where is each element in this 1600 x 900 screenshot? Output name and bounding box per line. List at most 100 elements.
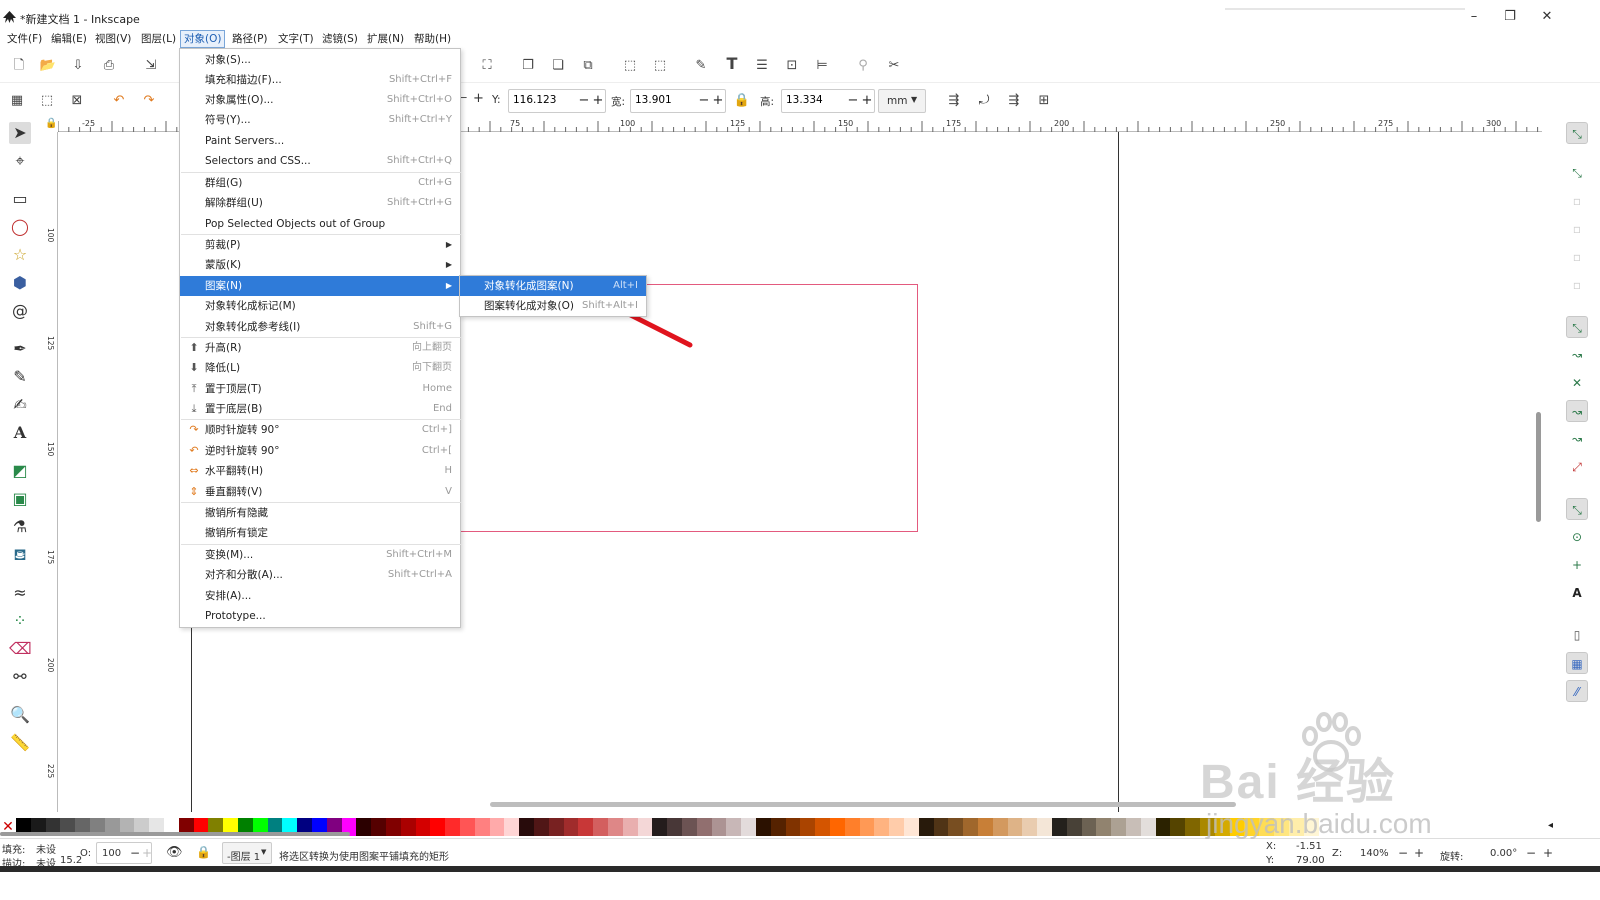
color-swatch[interactable] (563, 818, 579, 836)
color-swatch[interactable] (386, 818, 402, 836)
snap-bbox-icon[interactable]: ⤡ (1566, 162, 1588, 184)
menu-item-flip-horizontal[interactable]: ⇔ 水平翻转(H) H (180, 461, 460, 481)
color-swatch[interactable] (400, 818, 417, 836)
color-swatch[interactable] (815, 818, 831, 836)
color-swatch[interactable] (830, 818, 846, 836)
group-icon[interactable]: ⬚ (621, 57, 639, 75)
import-icon[interactable]: ⇲ (142, 57, 160, 75)
menu-item-arrange[interactable]: 安排(A)... (180, 586, 460, 606)
snap-object-centers-icon[interactable]: ⊙ (1566, 526, 1588, 548)
snap-paths-icon[interactable]: ↝ (1566, 344, 1588, 366)
menu-file[interactable]: 文件(F) (4, 30, 45, 48)
menu-item-unhide-all[interactable]: 撤销所有隐藏 (180, 503, 460, 523)
menu-item-pattern-to-objects[interactable]: 图案转化成对象(O) Shift+Alt+I (460, 296, 646, 316)
close-button[interactable]: ✕ (1532, 8, 1562, 26)
snap-smooth-nodes-icon[interactable]: ↝ (1566, 428, 1588, 450)
horizontal-scrollbar[interactable] (490, 802, 1236, 807)
y-spinbox[interactable]: − + (508, 89, 606, 113)
color-swatch[interactable] (711, 818, 727, 836)
menu-item-flip-vertical[interactable]: ⇕ 垂直翻转(V) V (180, 482, 460, 502)
mesh-tool-icon[interactable]: ▣ (9, 488, 31, 510)
color-swatch[interactable] (445, 818, 461, 836)
ruler-lock-icon[interactable]: 🔒 (45, 118, 57, 129)
menu-item-rotate-cw[interactable]: ↷ 顺时针旋转 90° Ctrl+] (180, 420, 460, 440)
color-swatch[interactable] (904, 818, 920, 836)
color-swatch[interactable] (1096, 818, 1112, 836)
color-swatch[interactable] (1126, 818, 1142, 836)
color-swatch[interactable] (963, 818, 979, 836)
color-swatch[interactable] (889, 818, 905, 836)
y-plus[interactable]: + (591, 93, 605, 108)
color-swatch[interactable] (741, 818, 757, 836)
preferences-icon[interactable]: ⚲ (854, 57, 872, 75)
connector-tool-icon[interactable]: ⚯ (9, 666, 31, 688)
scale-corners-icon[interactable]: ⤾ (975, 92, 993, 110)
opacity-spinbox[interactable]: 100 − + (96, 842, 152, 864)
menu-item-objects[interactable]: 对象(S)... (180, 50, 460, 70)
rectangle-tool-icon[interactable]: ▭ (9, 188, 31, 210)
menu-item-pattern[interactable]: 图案(N) ▶ (180, 276, 460, 296)
selector-tool-icon[interactable]: ➤ (9, 122, 31, 144)
color-swatch[interactable] (474, 818, 491, 836)
paint-bucket-tool-icon[interactable]: ⛾ (9, 544, 31, 566)
snap-intersections-icon[interactable]: ✕ (1566, 372, 1588, 394)
ungroup-icon[interactable]: ⬚ (651, 57, 669, 75)
transform-gradient-icon[interactable]: ⇶ (1005, 92, 1023, 110)
fill-value[interactable]: 未设 (36, 841, 56, 856)
calligraphy-tool-icon[interactable]: ✍ (9, 394, 31, 416)
eraser-tool-icon[interactable]: ⌫ (9, 638, 32, 660)
opacity-minus[interactable]: − (130, 846, 140, 860)
color-swatch[interactable] (504, 818, 520, 836)
menu-item-objects-to-guides[interactable]: 对象转化成参考线(I) Shift+G (180, 317, 460, 337)
color-swatch[interactable] (430, 818, 446, 836)
color-swatch[interactable] (415, 818, 431, 836)
color-swatch[interactable] (1007, 818, 1023, 836)
width-input[interactable] (635, 94, 693, 106)
print-icon[interactable]: ⎙ (100, 57, 118, 75)
color-swatch[interactable] (667, 818, 683, 836)
color-swatch[interactable] (371, 818, 387, 836)
snap-nodes-icon[interactable]: ⤡ (1566, 316, 1588, 338)
snap-grids-icon[interactable]: ▦ (1566, 652, 1588, 674)
color-swatch[interactable] (933, 818, 949, 836)
spray-tool-icon[interactable]: ⁘ (9, 610, 31, 632)
snap-page-border-icon[interactable]: ▯ (1566, 624, 1588, 646)
color-swatch[interactable] (1185, 818, 1201, 836)
color-swatch[interactable] (859, 818, 875, 836)
rotate-ccw-icon[interactable]: ↶ (110, 92, 128, 110)
color-swatch[interactable] (918, 818, 935, 836)
snap-text-baseline-icon[interactable]: A (1566, 582, 1588, 604)
menu-item-lower[interactable]: ⬇ 降低(L) 向下翻页 (180, 358, 460, 378)
color-swatch[interactable] (489, 818, 505, 836)
menu-item-transform[interactable]: 变换(M)... Shift+Ctrl+M (180, 545, 460, 565)
box3d-tool-icon[interactable]: ⬢ (9, 272, 31, 294)
menu-item-object-properties[interactable]: 对象属性(O)... Shift+Ctrl+O (180, 90, 460, 110)
rotate-cw-icon[interactable]: ↷ (140, 92, 158, 110)
snap-bbox-center-icon[interactable]: ▫ (1566, 274, 1588, 296)
color-swatch[interactable] (696, 818, 713, 836)
align-icon[interactable]: ⊨ (813, 57, 831, 75)
color-swatch[interactable] (593, 818, 609, 836)
menu-item-selectors-css[interactable]: Selectors and CSS... Shift+Ctrl+Q (180, 151, 460, 171)
menu-help[interactable]: 帮助(H) (411, 30, 454, 48)
color-swatch[interactable] (1052, 818, 1068, 836)
deselect-icon[interactable]: ⊠ (68, 92, 86, 110)
color-swatch[interactable] (534, 818, 550, 836)
menu-layer[interactable]: 图层(L) (138, 30, 179, 48)
snap-bbox-edge-icon[interactable]: ▫ (1566, 190, 1588, 212)
color-swatch[interactable] (948, 818, 964, 836)
measure-tool-icon[interactable]: 📏 (9, 732, 31, 754)
menu-item-pop-out-of-group[interactable]: Pop Selected Objects out of Group (180, 214, 460, 234)
width-spinbox[interactable]: − + (630, 89, 726, 113)
select-all-icon[interactable]: ▦ (8, 92, 26, 110)
height-plus[interactable]: + (860, 93, 874, 108)
layers-icon[interactable]: ☰ (753, 57, 771, 75)
stroke-width[interactable]: 15.2 (60, 855, 82, 866)
zoom-plus[interactable]: + (1414, 846, 1424, 860)
opacity-plus[interactable]: + (142, 846, 152, 860)
node-tool-icon[interactable]: ⌖ (9, 150, 31, 172)
menu-item-ungroup[interactable]: 解除群组(U) Shift+Ctrl+G (180, 193, 460, 213)
zoom-minus[interactable]: − (1398, 846, 1408, 860)
menu-path[interactable]: 路径(P) (229, 30, 271, 48)
menu-item-objects-to-pattern[interactable]: 对象转化成图案(N) Alt+I (460, 276, 646, 296)
